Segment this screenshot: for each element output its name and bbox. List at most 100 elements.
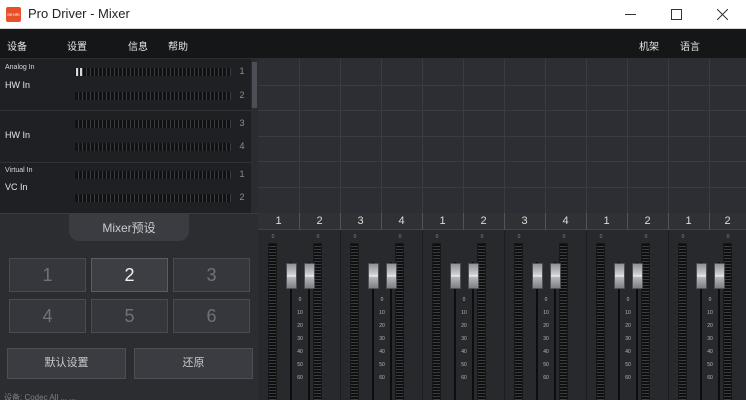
fader-scale-label: 50 <box>707 362 713 368</box>
fader-knob[interactable] <box>696 263 707 289</box>
meter-peak <box>80 68 82 76</box>
menu-help[interactable]: 帮助 <box>168 38 188 53</box>
vu-scale-top: 0 <box>271 234 275 240</box>
fader-knob[interactable] <box>632 263 643 289</box>
fader-knob[interactable] <box>714 263 725 289</box>
vu-meter <box>678 243 687 400</box>
menu-device[interactable]: 设备 <box>7 38 27 53</box>
fader-scale-label: 30 <box>625 336 631 342</box>
preset-button-6[interactable]: 6 <box>173 299 250 333</box>
vu-meter <box>514 243 523 400</box>
vu-scale-top: 0 <box>435 234 439 240</box>
vu-scale-top: 0 <box>353 234 357 240</box>
fader-knob[interactable] <box>286 263 297 289</box>
menu-rack[interactable]: 机架 <box>639 38 659 53</box>
input-group-hw: HW In 3 4 <box>0 111 251 163</box>
fader-scale-label: 50 <box>461 362 467 368</box>
fader-scale-label: 10 <box>543 310 549 316</box>
group-name-label: VC In <box>5 182 28 192</box>
fader-knob[interactable] <box>614 263 625 289</box>
fader-scale-label: 0 <box>626 297 630 303</box>
window-title: Pro Driver - Mixer <box>28 6 130 21</box>
fader-scale-label: 20 <box>707 323 713 329</box>
status-text: 设备: Codec All ... ... <box>4 393 77 400</box>
output-channel-number: 2 <box>480 215 487 227</box>
output-channel-number: 1 <box>439 215 446 227</box>
vu-scale-top: 0 <box>316 234 320 240</box>
close-button[interactable] <box>700 0 746 29</box>
routing-matrix[interactable] <box>258 59 746 213</box>
group-type-label: Analog In <box>5 64 35 71</box>
fader-scale-label: 60 <box>461 375 467 381</box>
level-meter <box>75 143 231 151</box>
minimize-icon <box>625 14 636 15</box>
menu-settings[interactable]: 设置 <box>67 38 87 53</box>
menu-language[interactable]: 语言 <box>680 38 700 53</box>
fader-scale-label: 40 <box>625 349 631 355</box>
channel-divider <box>545 213 546 230</box>
minimize-button[interactable] <box>608 0 654 29</box>
channel-divider <box>668 213 669 230</box>
fader-scale-label: 20 <box>543 323 549 329</box>
input-scrollbar-thumb[interactable] <box>252 62 257 108</box>
fader-knob[interactable] <box>468 263 479 289</box>
output-channel-number: 4 <box>398 215 405 227</box>
fader-scale-label: 10 <box>297 310 303 316</box>
channel-number: 2 <box>239 192 245 202</box>
group-type-label: Virtual In <box>5 167 33 174</box>
restore-button[interactable]: 还原 <box>134 348 253 379</box>
output-channel-number: 4 <box>562 215 569 227</box>
fader-knob[interactable] <box>368 263 379 289</box>
fader-scale-label: 20 <box>461 323 467 329</box>
fader-knob[interactable] <box>550 263 561 289</box>
channel-divider <box>340 213 341 230</box>
fader-scale-label: 10 <box>461 310 467 316</box>
fader-scale-label: 0 <box>708 297 712 303</box>
fader-scale-label: 10 <box>625 310 631 316</box>
preset-button-2[interactable]: 2 <box>91 258 168 292</box>
vu-meter <box>268 243 277 400</box>
output-channel-number: 1 <box>685 215 692 227</box>
fader-scale-label: 0 <box>462 297 466 303</box>
fader-scale-label: 0 <box>380 297 384 303</box>
channel-divider <box>627 213 628 230</box>
preset-title: Mixer预设 <box>102 221 156 235</box>
fader-knob[interactable] <box>304 263 315 289</box>
fader-knob[interactable] <box>532 263 543 289</box>
channel-number: 1 <box>239 169 245 179</box>
channel-divider <box>709 213 710 230</box>
input-group-analog: Analog In HW In 1 2 <box>0 59 251 111</box>
default-settings-button[interactable]: 默认设置 <box>7 348 126 379</box>
fader-scale-label: 50 <box>297 362 303 368</box>
preset-button-4[interactable]: 4 <box>9 299 86 333</box>
output-mixer <box>258 230 746 400</box>
menu-info[interactable]: 信息 <box>128 38 148 53</box>
channel-divider <box>422 213 423 230</box>
channel-divider <box>299 213 300 230</box>
grid-line <box>258 110 746 111</box>
fader-knob[interactable] <box>386 263 397 289</box>
vu-scale-top: 0 <box>726 234 730 240</box>
preset-button-1[interactable]: 1 <box>9 258 86 292</box>
grid-line <box>258 161 746 162</box>
vu-meter <box>350 243 359 400</box>
preset-button-5[interactable]: 5 <box>91 299 168 333</box>
vu-scale-top: 0 <box>398 234 402 240</box>
level-meter <box>75 120 231 128</box>
maximize-button[interactable] <box>654 0 700 29</box>
fader-scale-label: 60 <box>379 375 385 381</box>
strip-divider <box>340 230 341 400</box>
group-name-label: HW In <box>5 80 31 90</box>
fader-knob[interactable] <box>450 263 461 289</box>
output-channel-number: 2 <box>724 215 731 227</box>
level-meter <box>75 68 231 76</box>
fader-scale-label: 30 <box>543 336 549 342</box>
strip-divider <box>586 230 587 400</box>
strip-divider <box>504 230 505 400</box>
output-channel-number: 2 <box>644 215 651 227</box>
fader-scale-label: 0 <box>544 297 548 303</box>
fader-scale-label: 0 <box>298 297 302 303</box>
group-name-label: HW In <box>5 130 31 140</box>
fader-scale-label: 10 <box>707 310 713 316</box>
preset-button-3[interactable]: 3 <box>173 258 250 292</box>
